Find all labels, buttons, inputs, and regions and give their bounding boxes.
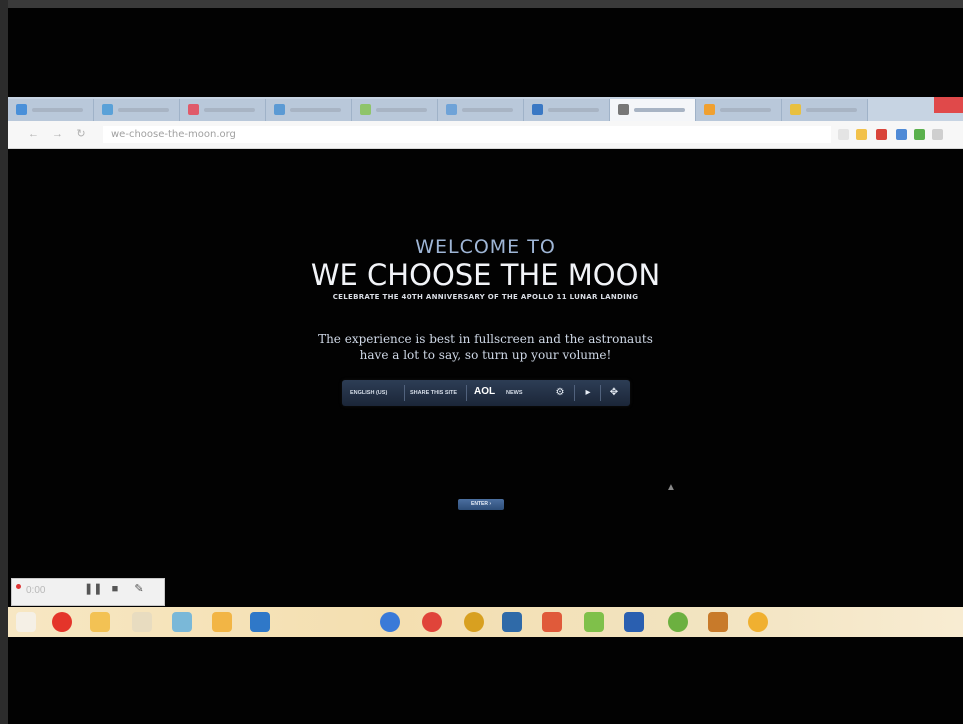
browser-tab[interactable] xyxy=(180,99,266,121)
browser-tab[interactable] xyxy=(94,99,180,121)
browser-tab[interactable] xyxy=(8,99,94,121)
maximize-button[interactable] xyxy=(910,97,932,113)
tab-favicon-icon xyxy=(446,104,457,115)
divider xyxy=(600,385,601,401)
tab-favicon-icon xyxy=(274,104,285,115)
tab-favicon-icon xyxy=(360,104,371,115)
tab-favicon-icon xyxy=(790,104,801,115)
speaker-icon[interactable]: ▸ xyxy=(582,387,594,399)
browser-tab[interactable] xyxy=(352,99,438,121)
pencil-icon[interactable]: ✎ xyxy=(132,582,146,596)
pause-icon[interactable]: ❚❚ xyxy=(84,582,102,596)
recording-indicator-icon xyxy=(16,584,21,589)
firefox-icon[interactable] xyxy=(380,612,400,632)
system-tray xyxy=(883,617,955,627)
recording-time: 0:00 xyxy=(26,585,46,596)
tool-icon[interactable] xyxy=(708,612,728,632)
page-subtitle: CELEBRATE THE 40TH ANNIVERSARY OF THE AP… xyxy=(332,293,639,301)
page-title: WE CHOOSE THE MOON xyxy=(310,258,661,292)
divider xyxy=(574,385,575,401)
browser-tab[interactable] xyxy=(524,99,610,121)
browser-tab[interactable] xyxy=(610,99,696,121)
outlook-icon[interactable] xyxy=(250,612,270,632)
extension-icon-3[interactable] xyxy=(896,129,907,140)
tab-title xyxy=(548,108,599,112)
tab-title xyxy=(290,108,341,112)
browser-tab-strip xyxy=(8,97,963,121)
intro-line-2: have a lot to say, so turn up your volum… xyxy=(359,348,612,362)
green-app-icon[interactable] xyxy=(668,612,688,632)
fullscreen-icon[interactable]: ✥ xyxy=(608,387,620,399)
reload-icon[interactable]: ↻ xyxy=(76,129,86,140)
extension-icon-2[interactable] xyxy=(876,129,887,140)
extension-icon-1[interactable] xyxy=(856,129,867,140)
mouse-cursor-icon: ▲ xyxy=(666,482,676,493)
word-icon[interactable] xyxy=(624,612,644,632)
minimize-button[interactable] xyxy=(888,97,910,113)
chrome-icon[interactable] xyxy=(422,612,442,632)
extension-icon-4[interactable] xyxy=(914,129,925,140)
opera-icon[interactable] xyxy=(52,612,72,632)
stop-icon[interactable]: ■ xyxy=(108,582,122,596)
screen: ← → ↻ we-choose-the-moon.org WELCOME TO … xyxy=(8,8,963,724)
tab-favicon-icon xyxy=(618,104,629,115)
network-icon[interactable] xyxy=(172,612,192,632)
tab-title xyxy=(204,108,255,112)
window-icon[interactable] xyxy=(584,612,604,632)
chrome-icon-2[interactable] xyxy=(464,612,484,632)
tab-title xyxy=(806,108,857,112)
app-icon[interactable] xyxy=(212,612,232,632)
back-arrow-icon[interactable]: ← xyxy=(28,129,39,140)
smile-icon[interactable] xyxy=(748,612,768,632)
aol-news-label: NEWS xyxy=(506,390,523,396)
site-control-bar: ENGLISH (US) SHARE THIS SITE AOL NEWS ⚙ … xyxy=(342,380,630,406)
intro-text: The experience is best in fullscreen and… xyxy=(8,331,963,363)
bird-icon[interactable] xyxy=(502,612,522,632)
tab-favicon-icon xyxy=(188,104,199,115)
divider xyxy=(466,385,467,401)
paint-icon[interactable] xyxy=(132,612,152,632)
gallery-icon[interactable] xyxy=(542,612,562,632)
tab-favicon-icon xyxy=(16,104,27,115)
browser-toolbar: ← → ↻ we-choose-the-moon.org xyxy=(8,121,963,149)
tab-favicon-icon xyxy=(704,104,715,115)
taskbar xyxy=(8,607,963,637)
tab-title xyxy=(720,108,771,112)
divider xyxy=(404,385,405,401)
explorer-icon[interactable] xyxy=(16,612,36,632)
folder-icon[interactable] xyxy=(90,612,110,632)
tab-title xyxy=(634,108,685,112)
screen-recorder-widget: 0:00 ❚❚ ■ ✎ xyxy=(11,578,165,606)
close-window-button[interactable] xyxy=(934,97,963,113)
aol-logo[interactable]: AOL xyxy=(474,386,495,397)
video-frame-left xyxy=(0,0,8,724)
welcome-heading: WELCOME TO xyxy=(415,236,556,258)
browser-tab[interactable] xyxy=(438,99,524,121)
address-bar[interactable]: we-choose-the-moon.org xyxy=(103,126,831,143)
tab-title xyxy=(376,108,427,112)
language-selector[interactable]: ENGLISH (US) xyxy=(350,389,387,398)
tab-title xyxy=(32,108,83,112)
tab-favicon-icon xyxy=(532,104,543,115)
bookmark-star-icon[interactable] xyxy=(838,129,849,140)
tab-favicon-icon xyxy=(102,104,113,115)
share-site-link[interactable]: SHARE THIS SITE xyxy=(410,389,457,398)
browser-tab[interactable] xyxy=(266,99,352,121)
forward-arrow-icon[interactable]: → xyxy=(52,129,63,140)
intro-line-1: The experience is best in fullscreen and… xyxy=(318,332,653,346)
enter-button[interactable]: ENTER › xyxy=(458,499,504,510)
browser-tab[interactable] xyxy=(782,99,868,121)
video-frame-top xyxy=(0,0,963,8)
extension-icon-5[interactable] xyxy=(932,129,943,140)
tab-title xyxy=(462,108,513,112)
gear-icon[interactable]: ⚙ xyxy=(554,387,566,399)
tab-title xyxy=(118,108,169,112)
browser-tab[interactable] xyxy=(696,99,782,121)
